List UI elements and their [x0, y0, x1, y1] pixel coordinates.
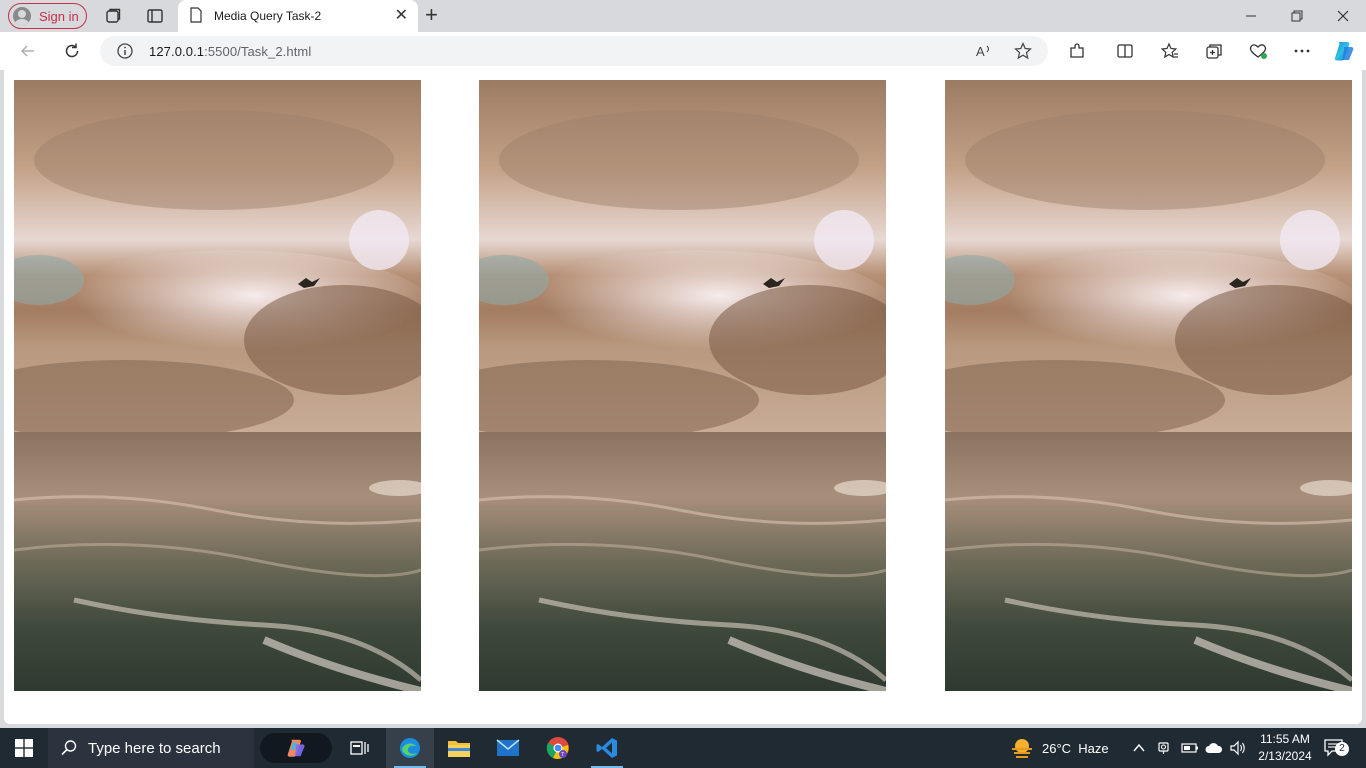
restore-icon[interactable]: [1274, 0, 1320, 32]
search-placeholder: Type here to search: [88, 739, 221, 757]
clock-date: 2/13/2024: [1258, 749, 1312, 763]
workspaces-icon[interactable]: [103, 6, 123, 26]
favorite-star-icon[interactable]: [1014, 42, 1032, 65]
webcam-icon[interactable]: [1157, 728, 1173, 768]
copilot-icon[interactable]: [1332, 39, 1356, 63]
copilot-taskbar-button[interactable]: [260, 733, 332, 763]
title-bar: Sign in Media Query Task-2 ✕ +: [0, 0, 1366, 32]
notification-count: 2: [1335, 742, 1349, 756]
sign-in-button[interactable]: Sign in: [8, 3, 87, 29]
page-viewport: [4, 70, 1362, 724]
task-view-icon[interactable]: [336, 728, 384, 768]
system-clock[interactable]: 11:55 AM 2/13/2024: [1252, 731, 1318, 765]
clock-time: 11:55 AM: [1260, 732, 1310, 746]
svg-text:T: T: [561, 752, 564, 758]
browser-essentials-icon[interactable]: [1248, 41, 1268, 61]
chrome-icon[interactable]: T: [534, 728, 582, 768]
weather-text: 26°C Haze: [1042, 740, 1109, 756]
tab-media-query-task-2[interactable]: Media Query Task-2 ✕: [178, 0, 418, 32]
back-icon[interactable]: [18, 41, 38, 61]
volume-icon[interactable]: [1229, 728, 1247, 768]
refresh-icon[interactable]: [62, 41, 82, 61]
minimize-icon[interactable]: [1228, 0, 1274, 32]
navigation-bar: 127.0.0.1:5500/Task_2.html A: [0, 32, 1366, 70]
ocean-photo: [479, 80, 886, 691]
url-text[interactable]: 127.0.0.1:5500/Task_2.html: [149, 44, 311, 59]
sign-in-label: Sign in: [39, 8, 79, 24]
chevron-up-icon: [1133, 743, 1145, 752]
extensions-icon[interactable]: [1067, 41, 1087, 61]
mail-icon[interactable]: [484, 728, 532, 768]
taskbar-search-box[interactable]: Type here to search: [48, 728, 254, 768]
page-icon: [190, 6, 202, 26]
read-aloud-icon[interactable]: A: [975, 42, 993, 65]
taskbar: Type here to search T 26°C Haze 11:55 AM…: [0, 728, 1366, 768]
search-icon: [60, 739, 78, 762]
close-tab-icon[interactable]: ✕: [395, 8, 408, 24]
tab-title: Media Query Task-2: [214, 9, 322, 23]
split-screen-icon[interactable]: [1115, 41, 1135, 61]
vscode-icon[interactable]: [583, 728, 631, 768]
start-button[interactable]: [0, 728, 48, 768]
onedrive-icon[interactable]: [1205, 728, 1223, 768]
vertical-tabs-icon[interactable]: [145, 6, 165, 26]
windows-icon: [15, 739, 33, 757]
haze-sun-icon: [1012, 739, 1032, 758]
profile-icon: [13, 7, 31, 25]
address-bar[interactable]: 127.0.0.1:5500/Task_2.html A: [100, 36, 1048, 66]
edge-icon[interactable]: [386, 728, 434, 768]
svg-text:A: A: [976, 44, 985, 59]
close-window-icon[interactable]: [1320, 0, 1366, 32]
copilot-icon: [287, 739, 305, 757]
collections-icon[interactable]: [1204, 41, 1224, 61]
info-icon[interactable]: [116, 42, 134, 65]
new-tab-icon[interactable]: +: [425, 4, 438, 26]
weather-widget[interactable]: 26°C Haze: [1010, 728, 1109, 768]
show-hidden-icons[interactable]: [1132, 728, 1146, 768]
file-explorer-icon[interactable]: [435, 728, 483, 768]
ocean-photo: [14, 80, 421, 691]
notification-center-button[interactable]: 2: [1324, 738, 1349, 763]
more-icon[interactable]: [1292, 41, 1312, 61]
battery-icon[interactable]: [1181, 728, 1199, 768]
favorites-icon[interactable]: [1160, 41, 1180, 61]
ocean-photo: [945, 80, 1352, 691]
